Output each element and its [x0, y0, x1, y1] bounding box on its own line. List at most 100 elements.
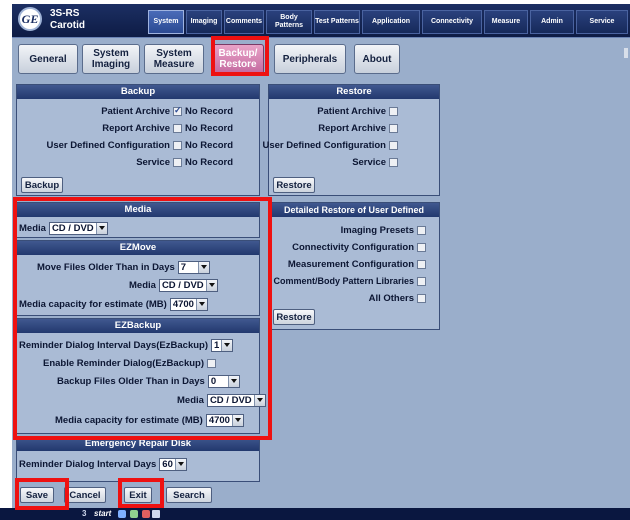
detailed-restore-row: Imaging Presets — [341, 223, 429, 237]
restore-button[interactable]: Restore — [273, 177, 315, 193]
tab-service[interactable]: Service — [576, 10, 628, 34]
erd-title: Emergency Repair Disk — [17, 437, 259, 451]
erd-interval-select[interactable]: 60 — [159, 457, 187, 471]
detailed-restore-row: Measurement Configuration — [288, 257, 429, 271]
erd-panel: Emergency Repair Disk Reminder Dialog In… — [16, 436, 260, 482]
subtab-about[interactable]: About — [354, 44, 400, 74]
ezmove-older-label: Move Files Older Than in Days — [37, 261, 175, 273]
detailed-restore-label: Comment/Body Pattern Libraries — [273, 276, 414, 286]
tab-system[interactable]: System — [148, 10, 184, 34]
subtab-system-imaging[interactable]: System Imaging — [82, 44, 140, 74]
imaging-presets-checkbox[interactable] — [417, 225, 426, 235]
tab-test-patterns[interactable]: Test Patterns — [314, 10, 360, 34]
ezbackup-capacity-select[interactable]: 4700 — [205, 413, 244, 427]
ezmove-media-label: Media — [129, 279, 156, 291]
ezbackup-media-select[interactable]: CD / DVD — [206, 393, 266, 407]
detailed-restore-panel: Detailed Restore of User Defined Imaging… — [268, 202, 440, 330]
ezbackup-interval-select[interactable]: 1 — [211, 338, 234, 352]
patient-archive-checkbox[interactable] — [173, 105, 182, 116]
detailed-restore-row: Connectivity Configuration — [292, 240, 429, 254]
ezmove-older-select[interactable]: 7 — [177, 260, 210, 274]
restore-label: Patient Archive — [317, 105, 386, 117]
probe-name: Carotid — [50, 20, 85, 31]
ezmove-capacity-select[interactable]: 4700 — [169, 297, 208, 311]
ezbackup-older-select[interactable]: 0 — [207, 374, 240, 388]
restore-report-archive-checkbox[interactable] — [389, 123, 398, 133]
ezbackup-capacity-row: Media capacity for estimate (MB) 4700 — [55, 413, 244, 427]
cancel-button[interactable]: Cancel — [64, 487, 106, 503]
ezmove-panel: EZMove Move Files Older Than in Days 7 M… — [16, 240, 260, 316]
tab-measure[interactable]: Measure — [484, 10, 528, 34]
ezmove-title: EZMove — [17, 241, 259, 255]
tray-window-icon[interactable] — [152, 510, 160, 518]
media-select-value: CD / DVD — [51, 222, 94, 234]
ezbackup-interval-value: 1 — [214, 339, 220, 351]
detailed-restore-button[interactable]: Restore — [273, 309, 315, 325]
backup-row-user-defined-configuration: User Defined Configuration No Record — [46, 138, 251, 152]
ezmove-older-row: Move Files Older Than in Days 7 — [37, 260, 210, 274]
erd-interval-row: Reminder Dialog Interval Days 60 — [19, 457, 187, 471]
tab-comments[interactable]: Comments — [224, 10, 264, 34]
ge-logo-icon: GE — [18, 7, 42, 31]
subtab-peripherals[interactable]: Peripherals — [274, 44, 346, 74]
network-icon[interactable] — [118, 510, 126, 518]
user-defined-configuration-checkbox[interactable] — [173, 140, 182, 150]
taskbar: 3 start — [0, 508, 630, 520]
tab-imaging[interactable]: Imaging — [186, 10, 222, 34]
tray-app-icon[interactable] — [130, 510, 138, 518]
backup-button[interactable]: Backup — [21, 177, 63, 193]
ezbackup-interval-label: Reminder Dialog Interval Days(EzBackup) — [19, 339, 208, 351]
tab-body-patterns[interactable]: Body Patterns — [266, 10, 312, 34]
probe-info: 3S-RS Carotid — [50, 8, 85, 32]
restore-patient-archive-checkbox[interactable] — [389, 106, 398, 116]
ezbackup-older-label: Backup Files Older Than in Days — [57, 375, 205, 387]
save-button[interactable]: Save — [20, 487, 54, 503]
start-button[interactable]: start — [94, 509, 111, 518]
chevron-down-icon — [221, 339, 233, 351]
media-select[interactable]: CD / DVD — [48, 221, 108, 235]
search-button[interactable]: Search — [166, 487, 212, 503]
backup-label: Report Archive — [102, 122, 170, 134]
subtab-system-measure[interactable]: System Measure — [144, 44, 204, 74]
chevron-down-icon — [231, 414, 243, 426]
exit-button[interactable]: Exit — [124, 487, 152, 503]
media-title: Media — [17, 203, 259, 217]
backup-title: Backup — [17, 85, 259, 99]
subtab-general[interactable]: General — [18, 44, 78, 74]
backup-status: No Record — [185, 105, 234, 117]
model-name: 3S-RS — [50, 8, 80, 19]
tray-alert-icon[interactable] — [142, 510, 150, 518]
ezmove-capacity-value: 4700 — [172, 298, 194, 310]
detailed-restore-label: Connectivity Configuration — [292, 241, 414, 253]
connectivity-configuration-checkbox[interactable] — [417, 242, 426, 252]
backup-status: No Record — [185, 156, 234, 168]
top-bar: GE 3S-RS Carotid System Imaging Comments… — [12, 4, 630, 38]
all-others-checkbox[interactable] — [417, 293, 426, 303]
detailed-restore-label: Imaging Presets — [340, 224, 414, 236]
comment-body-pattern-libraries-checkbox[interactable] — [417, 276, 426, 286]
ezmove-media-row: Media CD / DVD — [129, 278, 218, 292]
chevron-down-icon — [205, 279, 217, 291]
restore-service-checkbox[interactable] — [389, 157, 398, 167]
ezbackup-older-value: 0 — [210, 375, 217, 387]
ezmove-media-select[interactable]: CD / DVD — [158, 278, 218, 292]
restore-label: Report Archive — [318, 122, 386, 134]
chevron-down-icon — [95, 222, 107, 234]
ezbackup-enable-checkbox[interactable] — [207, 358, 217, 368]
scrollbar-thumb[interactable] — [624, 48, 628, 58]
tab-connectivity[interactable]: Connectivity — [422, 10, 482, 34]
detailed-restore-label: All Others — [368, 292, 414, 304]
measurement-configuration-checkbox[interactable] — [417, 259, 426, 269]
restore-row: User Defined Configuration — [262, 138, 401, 152]
ezbackup-panel: EZBackup Reminder Dialog Interval Days(E… — [16, 318, 266, 434]
tab-admin[interactable]: Admin — [530, 10, 574, 34]
ezmove-older-value: 7 — [180, 261, 187, 273]
report-archive-checkbox[interactable] — [173, 123, 182, 133]
subtab-backup-restore[interactable]: Backup/ Restore — [212, 44, 264, 74]
media-label: Media — [19, 222, 46, 234]
restore-user-defined-configuration-checkbox[interactable] — [389, 140, 398, 150]
tab-application[interactable]: Application — [362, 10, 420, 34]
service-checkbox[interactable] — [173, 157, 182, 167]
backup-row-service: Service No Record — [136, 155, 251, 169]
ezbackup-older-row: Backup Files Older Than in Days 0 — [57, 374, 240, 388]
